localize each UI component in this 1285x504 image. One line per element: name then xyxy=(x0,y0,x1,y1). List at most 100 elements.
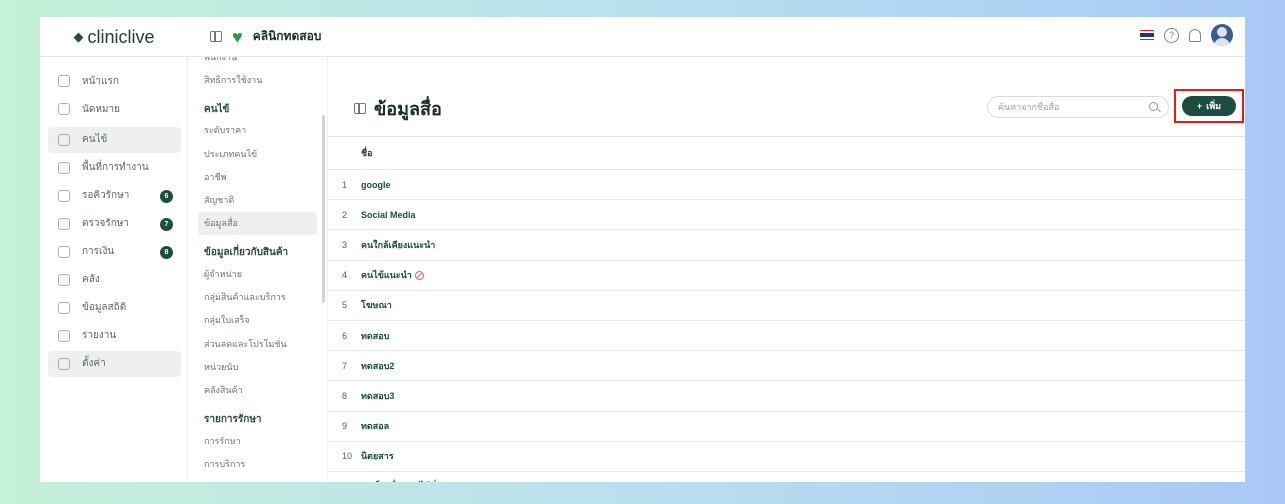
search-placeholder: ค้นหาจากชื่อสื่อ xyxy=(998,102,1060,112)
settings-item[interactable]: ผู้จำหน่าย xyxy=(188,262,327,285)
row-number: 1 xyxy=(342,179,348,190)
settings-item[interactable]: กลุ่มสินค้าและบริการ xyxy=(188,285,327,308)
row-number: 10 xyxy=(342,451,353,462)
page-title-text: ข้อมูลสื่อ xyxy=(374,99,442,119)
finance-icon xyxy=(58,245,70,258)
sidebar-item[interactable]: หน้าแรก xyxy=(48,68,181,95)
column-header-name: ชื่อ xyxy=(361,148,373,158)
calendar-icon xyxy=(58,103,70,115)
settings-item[interactable]: อาชีพ xyxy=(188,165,327,188)
table-row[interactable]: 10 นิตยสาร xyxy=(328,442,1245,472)
sidebar-item-label: ตรวจรักษา xyxy=(82,218,129,230)
search-icon[interactable] xyxy=(1149,102,1158,111)
stethoscope-icon xyxy=(58,217,70,230)
sidebar-item[interactable]: ตรวจรักษา 7 xyxy=(48,211,181,238)
table-row[interactable]: 7 ทดสอบ2 xyxy=(328,351,1245,382)
stats-icon xyxy=(58,301,70,314)
row-name: google xyxy=(361,179,391,190)
brand-text-regular: clinic xyxy=(87,26,128,47)
sidebar-item-label: ข้อมูลสถิติ xyxy=(82,302,127,314)
sidebar-item[interactable]: พื้นที่การทำงาน xyxy=(48,155,181,182)
disabled-icon xyxy=(414,270,424,280)
help-icon[interactable]: ? xyxy=(1164,27,1179,43)
settings-item[interactable]: สัญชาติ xyxy=(188,188,327,211)
settings-scrollbar[interactable] xyxy=(322,115,325,303)
sidebar-item[interactable]: คนไข้ xyxy=(48,126,181,153)
sidebar-item-label: นัดหมาย xyxy=(82,103,120,115)
clinic-selector[interactable]: ♥ คลินิกทดสอบ xyxy=(210,27,321,46)
count-badge: 7 xyxy=(160,217,173,231)
avatar[interactable] xyxy=(1211,24,1233,46)
settings-item[interactable]: หน่วยนับ xyxy=(188,355,327,378)
add-button-highlight: + เพิ่ม xyxy=(1174,89,1244,123)
sidebar-item-label: รอคิวรักษา xyxy=(82,190,130,202)
sidebar-item[interactable]: รอคิวรักษา 6 xyxy=(48,183,181,210)
row-name: ทดสอบ xyxy=(361,330,390,341)
workspace-icon xyxy=(58,161,70,174)
thai-flag-icon[interactable] xyxy=(1140,29,1154,41)
settings-item[interactable]: คลังสินค้า xyxy=(188,379,327,402)
row-name-cell: คนไข้แนะนำ xyxy=(361,268,424,282)
count-badge: 8 xyxy=(160,245,173,259)
queue-icon xyxy=(58,189,70,202)
brand-logo[interactable]: ◆ clinic live xyxy=(40,17,188,57)
row-name: ทดสอบ3 xyxy=(361,390,395,401)
leaf-icon: ◆ xyxy=(73,29,84,44)
settings-item[interactable]: ข้อมูลสื่อ xyxy=(198,211,317,236)
table-row[interactable]: 1 google xyxy=(328,170,1245,201)
table-row[interactable]: 11มาเป็นเพื่อนคนไข้ที่รักษาอยู่ xyxy=(328,472,1245,482)
panel-icon xyxy=(354,103,366,114)
settings-item[interactable]: ส่วนลดและโปรโมชั่น xyxy=(188,332,327,355)
search-input[interactable]: ค้นหาจากชื่อสื่อ xyxy=(987,96,1169,118)
main-content: ข้อมูลสื่อ ค้นหาจากชื่อสื่อ + เพิ่ม ชื่อ… xyxy=(328,57,1245,482)
count-badge: 6 xyxy=(160,189,173,203)
settings-item[interactable]: กลุ่มใบเสร็จ xyxy=(188,309,327,332)
row-number: 11 xyxy=(328,481,361,482)
row-name: คนใกล้เคียงแนะนำ xyxy=(361,239,436,250)
sidebar-item[interactable]: คลัง xyxy=(48,267,181,294)
sidebar-item-label: คนไข้ xyxy=(82,134,108,146)
row-name: มาเป็นเพื่อนคนไข้ที่รักษาอยู่ xyxy=(361,479,468,482)
sidebar-item-label: การเงิน xyxy=(82,246,115,258)
row-name-cell: google xyxy=(361,180,391,190)
table-row[interactable]: 3 คนใกล้เคียงแนะนำ xyxy=(328,230,1245,261)
settings-item[interactable]: การรักษา xyxy=(188,429,327,452)
user-icon xyxy=(58,133,70,146)
table-row[interactable]: 6 ทดสอบ xyxy=(328,321,1245,352)
settings-item[interactable]: สิทธิการใช้งาน xyxy=(188,68,327,91)
row-number: 6 xyxy=(342,330,348,341)
row-name-cell: Social Media xyxy=(361,210,416,220)
row-number: 4 xyxy=(342,270,348,281)
row-name: คนไข้แนะนำ xyxy=(361,270,412,281)
settings-item[interactable]: พนักงาน xyxy=(188,57,327,68)
settings-item[interactable]: ประเภทคนไข้ xyxy=(188,142,327,165)
clinic-name: คลินิกทดสอบ xyxy=(252,29,322,43)
sidebar-item[interactable]: นัดหมาย xyxy=(48,96,181,123)
sidebar-toggle-icon[interactable] xyxy=(210,31,222,42)
row-number: 9 xyxy=(342,421,348,432)
table-row[interactable]: 4 คนไข้แนะนำ xyxy=(328,261,1245,291)
table-row[interactable]: 2 Social Media xyxy=(328,200,1245,231)
settings-item[interactable]: การบริการ xyxy=(188,452,327,475)
home-icon xyxy=(58,75,70,87)
heart-icon: ♥ xyxy=(232,26,243,47)
table-row[interactable]: 8 ทดสอบ3 xyxy=(328,381,1245,412)
settings-icon xyxy=(58,357,70,370)
inventory-icon xyxy=(58,273,70,286)
report-icon xyxy=(58,329,70,342)
sidebar-item[interactable]: รายงาน xyxy=(48,323,181,350)
sidebar: หน้าแรก นัดหมาย คนไข้ พื้นที่การทำงาน รอคิวร… xyxy=(40,57,188,482)
table-row[interactable]: 5 โฆษณา xyxy=(328,291,1245,321)
row-name-cell: ทดสอบ3 xyxy=(361,389,394,403)
row-name-cell: ทดสอบ2 xyxy=(361,359,394,373)
settings-item[interactable]: ระดับราคา xyxy=(188,119,327,142)
add-button[interactable]: + เพิ่ม xyxy=(1182,96,1236,116)
sidebar-item[interactable]: ข้อมูลสถิติ xyxy=(48,295,181,322)
table-row[interactable]: 9 ทดสอล xyxy=(328,412,1245,442)
sidebar-item[interactable]: ตั้งค่า xyxy=(48,350,181,377)
app-window: ◆ clinic live ♥ คลินิกทดสอบ ? หน้าแรกนัดห… xyxy=(40,17,1245,482)
row-number: 2 xyxy=(342,209,348,220)
settings-menu: พนักงานสิทธิการใช้งานคนไข้ระดับราคาประเภ… xyxy=(188,57,328,482)
bell-icon[interactable] xyxy=(1189,28,1201,42)
sidebar-item[interactable]: การเงิน 8 xyxy=(48,239,181,266)
